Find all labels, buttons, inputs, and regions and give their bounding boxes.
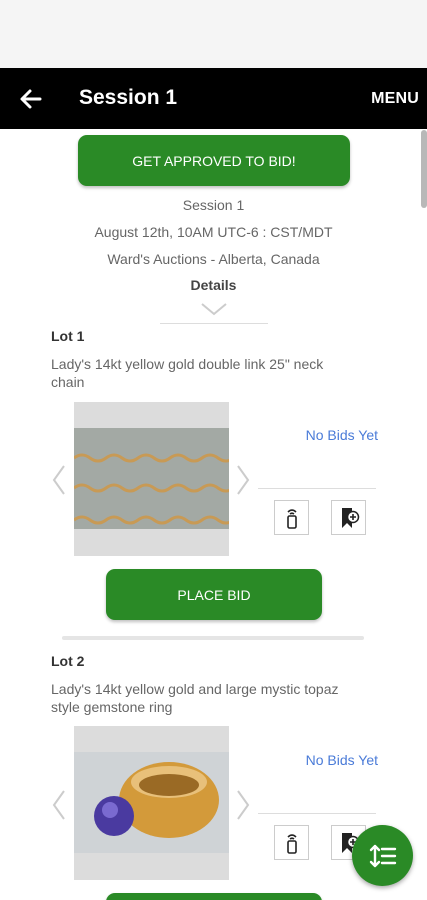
lot-image[interactable] (74, 726, 229, 880)
divider (258, 488, 376, 489)
divider (258, 813, 376, 814)
gold-chain-image (74, 428, 229, 529)
details-toggle[interactable]: Details (0, 277, 427, 293)
divider (160, 323, 268, 324)
lot-description: Lady's 14kt yellow gold and large mystic… (51, 681, 339, 715)
chevron-left-icon[interactable] (50, 463, 68, 497)
back-button[interactable] (16, 84, 46, 114)
session-date: August 12th, 10AM UTC-6 : CST/MDT (94, 224, 333, 240)
chevron-left-icon[interactable] (50, 788, 68, 822)
lot-label: Lot 1 (51, 328, 85, 344)
bookmark-add-icon (341, 507, 359, 528)
app-header: Session 1 MENU (0, 68, 427, 129)
page-title: Session 1 (79, 86, 178, 109)
remote-bid-button[interactable] (274, 500, 309, 535)
gemstone-ring-image (74, 752, 229, 853)
chevron-right-icon[interactable] (234, 463, 252, 497)
bid-status: No Bids Yet (305, 427, 378, 443)
place-bid-button[interactable] (106, 893, 322, 900)
session-name: Session 1 (182, 197, 245, 213)
lot-label: Lot 2 (51, 653, 85, 669)
chevron-down-icon[interactable] (199, 301, 229, 317)
sort-list-icon (369, 844, 396, 867)
watch-lot-button[interactable] (331, 500, 366, 535)
sort-fab-button[interactable] (352, 825, 413, 886)
lot-description: Lady's 14kt yellow gold double link 25" … (51, 356, 324, 390)
status-bar-area (0, 0, 427, 68)
place-bid-button[interactable]: PLACE BID (106, 569, 322, 620)
remote-icon (286, 833, 297, 854)
lot-image[interactable] (74, 402, 229, 556)
arrow-left-icon (20, 89, 42, 109)
get-approved-button[interactable]: GET APPROVED TO BID! (78, 135, 350, 186)
auction-house: Ward's Auctions - Alberta, Canada (107, 251, 320, 267)
menu-button[interactable]: MENU (371, 90, 419, 108)
chevron-right-icon[interactable] (234, 788, 252, 822)
bid-status: No Bids Yet (305, 752, 378, 768)
lot-separator (62, 636, 364, 640)
remote-bid-button[interactable] (274, 825, 309, 860)
remote-icon (286, 508, 297, 529)
